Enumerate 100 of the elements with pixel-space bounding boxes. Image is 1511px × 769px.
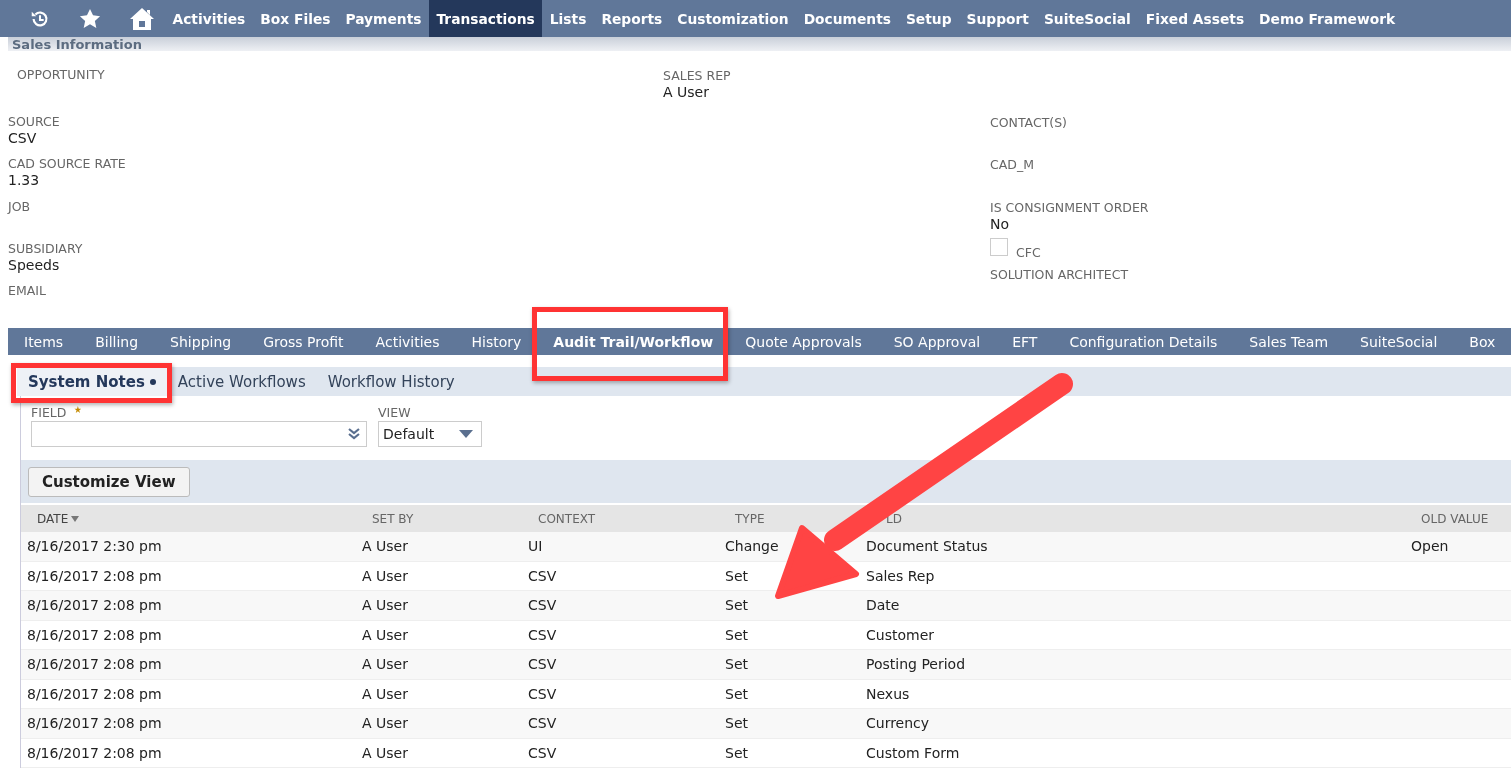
nav-menu-item[interactable]: Demo Framework	[1251, 0, 1403, 37]
table-cell: Sales Rep	[866, 567, 935, 584]
field-label: SALES REP	[663, 67, 732, 84]
table-cell: CSV	[528, 567, 557, 584]
nav-menu-item[interactable]: Box Files	[252, 0, 338, 37]
field-label: OPPORTUNITY	[17, 66, 106, 83]
table-cell: Nexus	[866, 685, 910, 702]
tab[interactable]: Gross Profit	[247, 328, 360, 355]
table-cell: CSV	[528, 597, 557, 614]
table-cell: 8/16/2017 2:08 pm	[27, 567, 162, 584]
filter-label: VIEW	[378, 404, 412, 421]
table-cell: UI	[528, 538, 543, 555]
table-cell: 8/16/2017 2:08 pm	[27, 685, 162, 702]
nav-menu-item[interactable]: SuiteSocial	[1036, 0, 1139, 37]
field-label: JOB	[8, 197, 32, 215]
filter-label: FIELD	[31, 404, 67, 421]
home-icon[interactable]	[129, 6, 155, 31]
tab[interactable]: Activities	[359, 328, 456, 355]
field-value: A User	[663, 84, 710, 101]
field-value: CSV	[8, 130, 38, 147]
table-cell: Customer	[866, 626, 934, 643]
table-cell: Set	[725, 597, 748, 614]
tab[interactable]: SO Approval	[877, 328, 997, 355]
field-label: CONTACT(S)	[990, 114, 1068, 131]
table-cell: 8/16/2017 2:08 pm	[27, 744, 162, 761]
column-header[interactable]: DATE	[37, 511, 69, 526]
nav-menu-item[interactable]: Payments	[337, 0, 429, 37]
table-cell: Posting Period	[866, 656, 966, 673]
customize-view-button[interactable]: Customize View	[28, 466, 190, 497]
table-cell: CSV	[528, 685, 557, 702]
star-icon[interactable]	[79, 7, 101, 30]
field-value: No	[990, 215, 1011, 233]
field-label: CAD_M	[990, 156, 1035, 174]
field-label: SOURCE	[8, 113, 61, 130]
field-label: IS CONSIGNMENT ORDER	[990, 198, 1149, 216]
field-label: EMAIL	[8, 282, 47, 300]
table-cell: A User	[362, 567, 408, 584]
tab[interactable]: Box	[1453, 328, 1511, 355]
column-header[interactable]: CONTEXT	[538, 511, 596, 526]
field-label: CAD SOURCE RATE	[8, 155, 127, 173]
table-cell: Currency	[866, 715, 930, 732]
tab[interactable]: Configuration Details	[1053, 328, 1234, 355]
table-cell: A User	[362, 538, 408, 555]
table-cell: 8/16/2017 2:08 pm	[27, 656, 162, 673]
table-cell: Set	[725, 656, 748, 673]
checkbox[interactable]	[990, 237, 1008, 256]
field-select[interactable]	[31, 421, 367, 447]
column-header[interactable]: TYPE	[735, 511, 765, 526]
nav-menu-item[interactable]: Transactions	[428, 0, 543, 37]
table-cell: A User	[362, 656, 408, 673]
view-select[interactable]: Default	[378, 421, 482, 447]
tab[interactable]: Audit Trail/Workflow	[537, 328, 730, 355]
nav-menu-item[interactable]: Fixed Assets	[1138, 0, 1252, 37]
double-chevron-icon	[348, 428, 360, 440]
tab[interactable]: Sales Team	[1233, 328, 1345, 355]
table-cell: Set	[725, 715, 748, 732]
field-label: SOLUTION ARCHITECT	[990, 265, 1130, 283]
subtab[interactable]: Active Workflows	[166, 367, 317, 396]
field-label: SUBSIDIARY	[8, 239, 84, 257]
tab[interactable]: Shipping	[154, 328, 248, 355]
nav-menu-item[interactable]: Documents	[796, 0, 899, 37]
field-value: Speeds	[8, 256, 61, 274]
table-cell: A User	[362, 597, 408, 614]
table-cell: Change	[725, 538, 779, 555]
table-cell: CSV	[528, 656, 557, 673]
table-cell: Custom Form	[866, 744, 960, 761]
field-value: 1.33	[8, 172, 41, 190]
tab[interactable]: Quote Approvals	[729, 328, 878, 355]
tab[interactable]: SuiteSocial	[1344, 328, 1454, 355]
table-cell: 8/16/2017 2:08 pm	[27, 626, 162, 643]
table-cell: A User	[362, 715, 408, 732]
nav-menu-item[interactable]: Support	[959, 0, 1037, 37]
table-cell: CSV	[528, 715, 557, 732]
nav-menu-item[interactable]: Activities	[165, 0, 253, 37]
column-header[interactable]: OLD VALUE	[1421, 511, 1489, 526]
table-cell: A User	[362, 744, 408, 761]
table-cell: Date	[866, 597, 900, 614]
table-cell: Document Status	[866, 538, 988, 555]
table-cell: Set	[725, 626, 748, 643]
nav-menu-item[interactable]: Setup	[898, 0, 960, 37]
tab[interactable]: Billing	[79, 328, 155, 355]
table-cell: A User	[362, 626, 408, 643]
tab[interactable]: History	[455, 328, 538, 355]
nav-menu-item[interactable]: Customization	[669, 0, 797, 37]
subtab[interactable]: Workflow History	[316, 367, 466, 396]
table-cell: 8/16/2017 2:08 pm	[27, 715, 162, 732]
table-cell: Open	[1411, 538, 1449, 555]
table-cell: A User	[362, 685, 408, 702]
subtab[interactable]: System Notes	[17, 367, 167, 396]
checkbox-label: CFC	[1016, 244, 1041, 260]
table-cell: 8/16/2017 2:08 pm	[27, 597, 162, 614]
nav-menu-item[interactable]: Reports	[593, 0, 670, 37]
column-header[interactable]: SET BY	[372, 511, 414, 526]
tab[interactable]: EFT	[996, 328, 1054, 355]
nav-menu-item[interactable]: Lists	[542, 0, 594, 37]
table-cell: Set	[725, 744, 748, 761]
table-cell: Set	[725, 567, 748, 584]
tab[interactable]: Items	[8, 328, 80, 355]
table-cell: CSV	[528, 626, 557, 643]
table-cell: CSV	[528, 744, 557, 761]
